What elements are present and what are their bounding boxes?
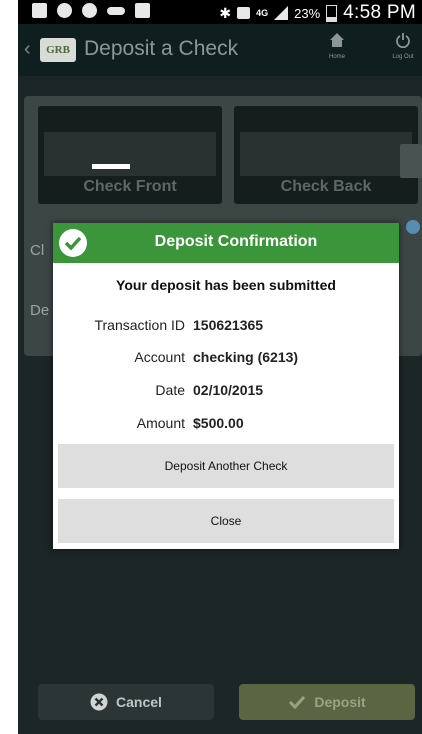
status-bar-system: ✱ 4G 23% 4:58 PM	[219, 2, 416, 24]
battery-percent: 23%	[294, 5, 321, 21]
account-value: checking (6213)	[193, 349, 299, 365]
obscured-info-icon	[406, 220, 420, 234]
transaction-id-label: Transaction ID	[94, 317, 185, 333]
account-row: Account checking (6213)	[53, 349, 399, 369]
dialog-header: Deposit Confirmation	[53, 223, 399, 263]
obscured-field-label: Cl	[30, 242, 45, 259]
bank-logo: GRB	[40, 38, 76, 62]
plus-box-icon	[32, 3, 47, 18]
bluetooth-icon: ✱	[219, 4, 232, 21]
transaction-id-row: Transaction ID 150621365	[53, 317, 399, 337]
check-front-mark	[92, 164, 130, 169]
deposit-button[interactable]: Deposit	[239, 684, 415, 720]
amount-label: Amount	[136, 415, 185, 431]
mute-icon	[237, 7, 251, 19]
voicemail-icon	[107, 7, 125, 15]
check-back-label: Check Back	[280, 178, 372, 195]
check-back-capture[interactable]: Check Back	[234, 106, 418, 204]
deposit-confirmation-dialog: Deposit Confirmation Your deposit has be…	[53, 223, 399, 549]
date-value: 02/10/2015	[193, 382, 264, 398]
battery-icon	[326, 4, 338, 22]
amount-row: Amount $500.00	[53, 415, 399, 435]
obscured-field-label-2: De	[30, 302, 50, 319]
check-back-image	[240, 132, 412, 176]
transaction-id-value: 150621365	[193, 317, 264, 333]
logout-button[interactable]: Log Out	[388, 32, 418, 60]
lte-icon: 4G	[256, 8, 269, 18]
dialog-title: Deposit Confirmation	[154, 233, 318, 250]
check-front-label: Check Front	[83, 178, 177, 195]
dialog-message: Your deposit has been submitted	[116, 277, 336, 293]
amount-value: $500.00	[193, 415, 244, 431]
page-title: Deposit a Check	[84, 37, 239, 60]
wifi-icon	[57, 3, 72, 18]
check-front-image	[44, 132, 216, 176]
cancel-label: Cancel	[116, 694, 162, 710]
close-button[interactable]: Close	[58, 499, 394, 543]
status-bar: ✱ 4G 23% 4:58 PM	[18, 0, 422, 24]
phone-screen: ✱ 4G 23% 4:58 PM ‹ GRB Deposit a Check H…	[18, 0, 422, 734]
account-label: Account	[134, 349, 185, 365]
app-bar: ‹ GRB Deposit a Check Home Log Out	[18, 24, 422, 76]
home-icon	[330, 33, 344, 47]
screenshot-icon	[135, 3, 150, 18]
deposit-label: Deposit	[314, 694, 366, 710]
signal-icon	[274, 6, 289, 20]
deposit-another-check-button[interactable]: Deposit Another Check	[58, 444, 394, 488]
date-row: Date 02/10/2015	[53, 382, 399, 402]
home-label: Home	[328, 54, 345, 60]
status-bar-notifications	[32, 3, 150, 18]
cancel-x-icon	[90, 693, 108, 711]
check-icon	[289, 695, 306, 709]
back-chevron-icon[interactable]: ‹	[24, 38, 31, 61]
clock: 4:58 PM	[343, 2, 416, 23]
cancel-button[interactable]: Cancel	[38, 684, 214, 720]
date-label: Date	[155, 382, 185, 398]
power-icon	[396, 33, 410, 49]
home-button[interactable]: Home	[322, 32, 352, 60]
phone-icon	[82, 3, 97, 18]
check-front-capture[interactable]: Check Front	[38, 106, 222, 204]
logout-label: Log Out	[392, 54, 414, 60]
obscured-input	[400, 144, 422, 178]
